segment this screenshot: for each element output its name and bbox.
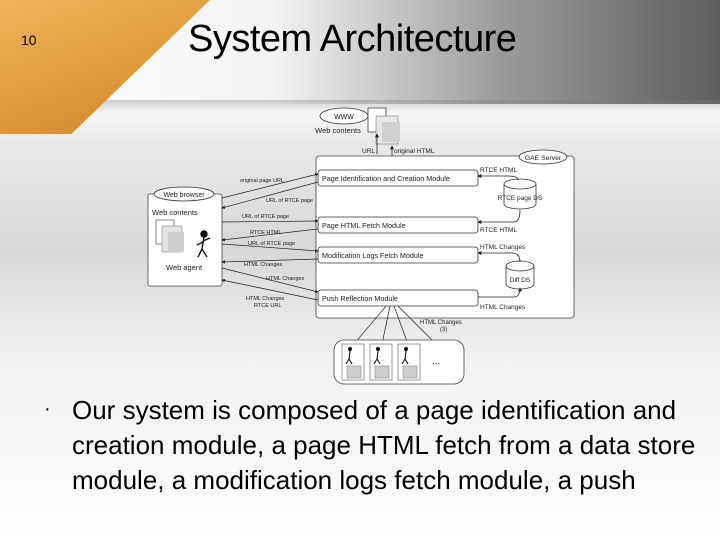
diff-ds-cylinder: Diff DS: [505, 260, 535, 290]
rtce-html-top-label: RTCE HTML: [480, 167, 517, 174]
gae-server-cloud: GAE Server: [518, 149, 568, 165]
web-browser-cloud: Web browser: [153, 186, 215, 202]
module-page-identification: Page Identification and Creation Module: [317, 169, 479, 187]
rtce-page-ds-label: RTCE page DS: [498, 195, 543, 202]
client-agent-3: [397, 343, 421, 381]
arrow-html-changes-2-label: HTML Changes: [266, 276, 305, 282]
clients-ellipsis: ...: [432, 356, 440, 367]
rtce-page-ds-cylinder: RTCE page DS: [498, 178, 543, 210]
module-3-label: Modification Logs Fetch Module: [322, 251, 423, 260]
architecture-diagram: WWW Web contents URL original HTML Page …: [147, 107, 575, 385]
module-html-fetch: Page HTML Fetch Module: [317, 216, 479, 234]
web-contents-top-label: Web contents: [315, 126, 361, 135]
gae-server-label: GAE Server: [525, 155, 562, 162]
arrow-html-changes-3-label: HTML Changes: [246, 296, 285, 302]
www-label: WWW: [334, 114, 354, 121]
arrow-url-of-rtce-page-1-label: URL of RTCE page: [242, 214, 289, 220]
diff-ds-label: Diff DS: [510, 277, 531, 284]
html-changes-2-label: HTML Changes: [480, 304, 526, 311]
web-contents-left-label: Web contents: [152, 208, 198, 217]
module-1-label: Page Identification and Creation Module: [322, 174, 450, 183]
web-browser-label: Web browser: [163, 192, 205, 199]
module-2-label: Page HTML Fetch Module: [322, 221, 406, 230]
web-agent-label: Web agent: [166, 263, 203, 272]
arrow-html-changes-1-label: HTML Changes: [244, 262, 283, 268]
arrow-url-of-rtce-page-1: [221, 219, 319, 223]
push-html-changes-label: HTML Changes: [420, 320, 462, 326]
document-icon: [367, 107, 400, 145]
client-agent-2: [369, 343, 393, 381]
arrow-url-of-rtce-page-2-label: URL of RTCE page: [248, 241, 295, 247]
html-changes-1-label: HTML Changes: [480, 244, 526, 251]
module-push-reflection: Push Reflection Module: [317, 289, 479, 307]
slide-number: 10: [21, 32, 37, 48]
push-count-label: (3): [440, 327, 447, 333]
url-label: URL: [362, 148, 375, 155]
arrow-rtce-html-label: RTCE HTML: [250, 230, 281, 236]
page-title: System Architecture: [188, 18, 517, 60]
module-4-label: Push Reflection Module: [322, 294, 398, 303]
original-html-label: original HTML: [394, 148, 435, 155]
arrow-rtce-url-label: RTCE URL: [254, 303, 281, 309]
client-agent-1: [341, 343, 365, 381]
rtce-html-mid-label: RTCE HTML: [480, 227, 517, 234]
bullet-text: Our system is composed of a page identif…: [72, 395, 696, 495]
module-logs-fetch: Modification Logs Fetch Module: [317, 246, 479, 264]
arrow-url-rtce-page-label: URL of RTCE page: [266, 198, 313, 204]
bullet-marker: ·: [44, 398, 51, 420]
arrow-original-page-url-label: original page URL: [240, 178, 284, 184]
www-cloud: WWW: [319, 107, 369, 125]
